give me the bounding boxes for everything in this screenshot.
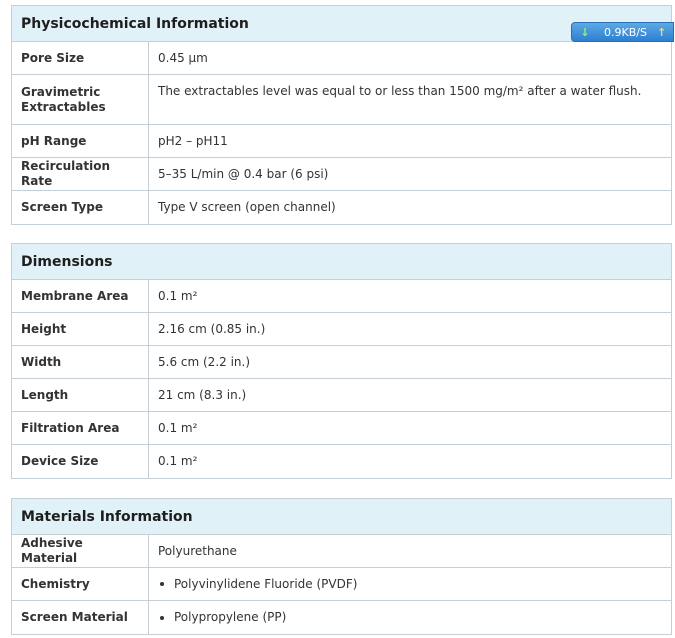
- dimensions-section: Dimensions Membrane Area 0.1 m² Height 2…: [11, 243, 672, 479]
- section-title: Materials Information: [12, 499, 671, 535]
- table-row: Device Size 0.1 m²: [12, 445, 671, 478]
- table-row: Gravimetric Extractables The extractable…: [12, 75, 671, 125]
- row-value: 0.45 µm: [158, 50, 208, 65]
- row-label: Length: [12, 379, 149, 411]
- row-value: 5–35 L/min @ 0.4 bar (6 psi): [158, 166, 329, 181]
- row-label: Screen Type: [12, 191, 149, 224]
- network-speed-widget[interactable]: ↓ 0.9KB/S ↑: [571, 22, 674, 42]
- row-label: Width: [12, 346, 149, 378]
- row-label: Recirculation Rate: [12, 158, 149, 190]
- table-row: Adhesive Material Polyurethane: [12, 535, 671, 568]
- bullet-text: Polypropylene (PP): [174, 610, 287, 624]
- table-row: Height 2.16 cm (0.85 in.): [12, 313, 671, 346]
- row-label: Filtration Area: [12, 412, 149, 444]
- table-row: Chemistry Polyvinylidene Fluoride (PVDF): [12, 568, 671, 601]
- speed-rate: 0.9KB/S: [604, 25, 647, 39]
- materials-section: Materials Information Adhesive Material …: [11, 498, 672, 635]
- row-value: 5.6 cm (2.2 in.): [158, 354, 251, 369]
- row-value: 21 cm (8.3 in.): [158, 387, 247, 402]
- bullet-text: Polyvinylidene Fluoride (PVDF): [174, 576, 358, 591]
- row-value: Polyurethane: [158, 543, 237, 558]
- row-label: Pore Size: [12, 42, 149, 74]
- table-row: Filtration Area 0.1 m²: [12, 412, 671, 445]
- row-value: 0.1 m²: [158, 454, 198, 468]
- down-arrow-icon: ↓: [580, 25, 590, 39]
- row-value: 2.16 cm (0.85 in.): [158, 321, 266, 336]
- bullet-icon: [160, 582, 164, 586]
- table-row: Screen Material Polypropylene (PP): [12, 601, 671, 634]
- row-value: Type V screen (open channel): [158, 200, 336, 214]
- row-label: Adhesive Material: [12, 535, 149, 567]
- table-row: Length 21 cm (8.3 in.): [12, 379, 671, 412]
- row-label: Height: [12, 313, 149, 345]
- row-value: Polypropylene (PP): [149, 601, 671, 634]
- table-row: Width 5.6 cm (2.2 in.): [12, 346, 671, 379]
- row-value: The extractables level was equal to or l…: [158, 84, 642, 98]
- table-row: Membrane Area 0.1 m²: [12, 280, 671, 313]
- row-label: Gravimetric Extractables: [12, 75, 149, 124]
- row-value: 0.1 m²: [158, 288, 198, 303]
- table-row: Recirculation Rate 5–35 L/min @ 0.4 bar …: [12, 158, 671, 191]
- row-label: pH Range: [12, 125, 149, 157]
- row-value: pH2 – pH11: [158, 133, 228, 148]
- section-title: Dimensions: [12, 244, 671, 280]
- table-row: Pore Size 0.45 µm: [12, 42, 671, 75]
- row-label: Membrane Area: [12, 280, 149, 312]
- bullet-icon: [160, 615, 164, 620]
- table-row: Screen Type Type V screen (open channel): [12, 191, 671, 224]
- table-row: pH Range pH2 – pH11: [12, 125, 671, 158]
- row-label: Device Size: [12, 445, 149, 478]
- row-label: Screen Material: [12, 601, 149, 634]
- row-value: 0.1 m²: [158, 420, 198, 435]
- row-value: Polyvinylidene Fluoride (PVDF): [149, 568, 671, 600]
- up-arrow-icon: ↑: [656, 25, 667, 39]
- row-label: Chemistry: [12, 568, 149, 600]
